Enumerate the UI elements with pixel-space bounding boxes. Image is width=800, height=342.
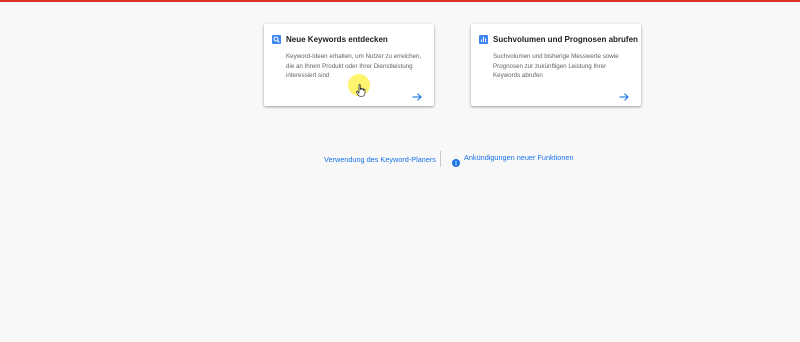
hand-cursor-icon: [356, 84, 366, 102]
top-progress-bar: [0, 0, 800, 2]
divider: [440, 151, 441, 167]
card-title: Neue Keywords entdecken: [286, 35, 388, 44]
info-icon: [452, 154, 460, 167]
whats-new-label: Ankündigungen neuer Funktionen: [464, 153, 574, 162]
arrow-right-icon[interactable]: [619, 88, 629, 101]
discover-keywords-card[interactable]: Neue Keywords entdecken Keyword-Ideen er…: [264, 24, 434, 106]
card-description: Suchvolumen und bisherige Messwerte sowi…: [493, 53, 619, 79]
card-header: Suchvolumen und Prognosen abrufen: [479, 35, 638, 44]
how-to-use-link[interactable]: Verwendung des Keyword-Planers: [324, 155, 436, 164]
card-header: Neue Keywords entdecken: [272, 35, 388, 44]
whats-new-link[interactable]: Ankündigungen neuer Funktionen: [452, 153, 574, 167]
bar-chart-icon: [479, 35, 488, 44]
arrow-right-icon[interactable]: [412, 88, 422, 101]
help-links-bar: Verwendung des Keyword-Planers Ankündigu…: [0, 151, 800, 167]
card-title: Suchvolumen und Prognosen abrufen: [493, 35, 638, 44]
search-volume-forecasts-card[interactable]: Suchvolumen und Prognosen abrufen Suchvo…: [471, 24, 641, 106]
search-icon: [272, 35, 281, 44]
